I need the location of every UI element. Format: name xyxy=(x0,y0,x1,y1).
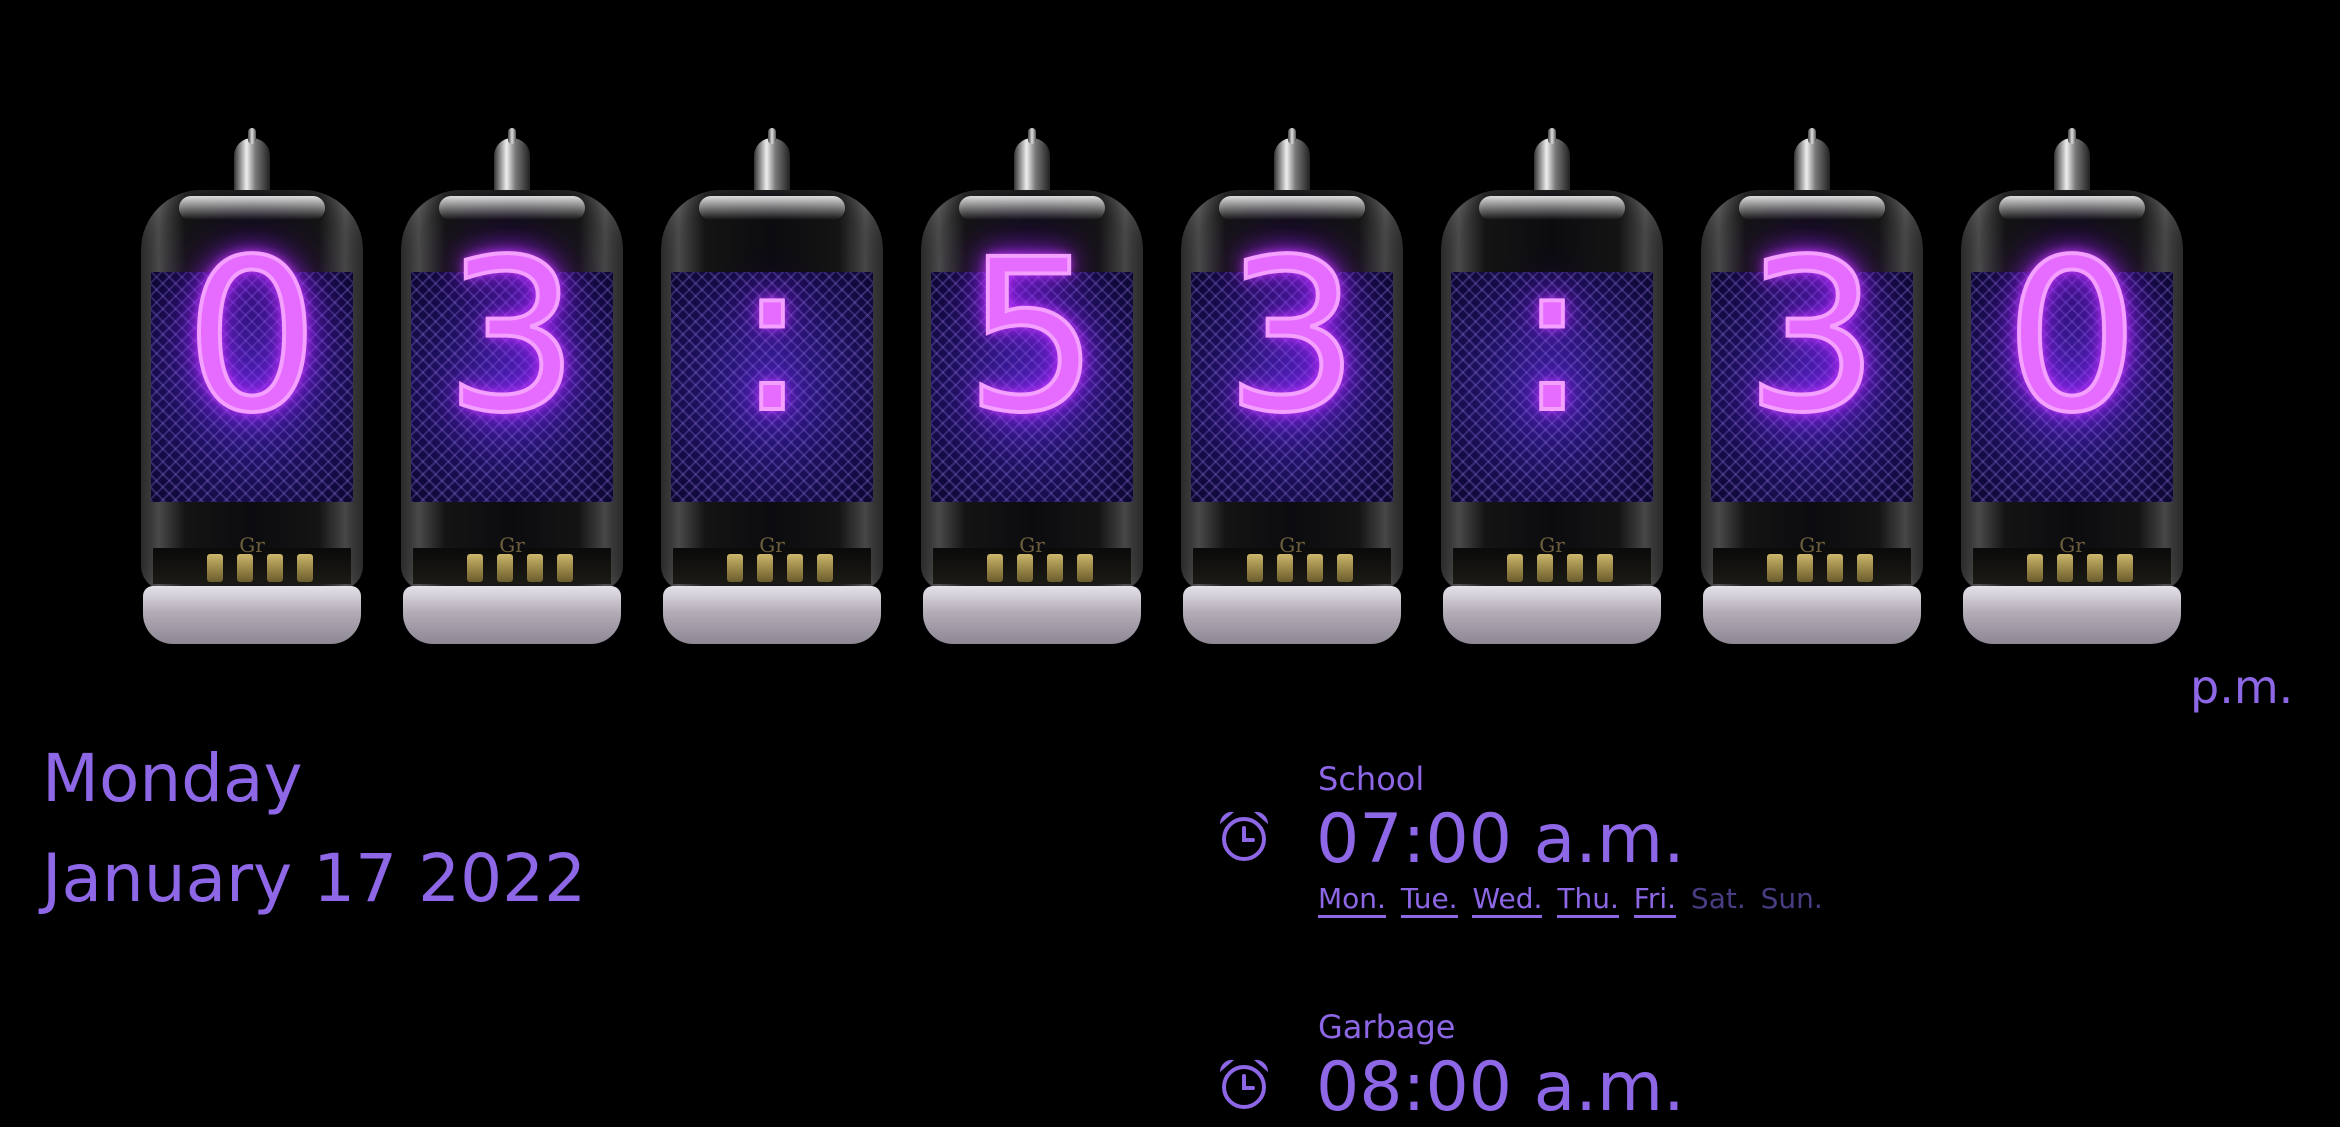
tube-label: Gr xyxy=(499,533,525,557)
tube-base xyxy=(1443,586,1661,644)
nixie-tube: : Gr xyxy=(657,128,887,648)
date-label: January 17 2022 xyxy=(42,840,587,917)
alarm-label: School xyxy=(1318,760,1425,798)
day-sat[interactable]: Sat. xyxy=(1691,882,1746,915)
tube-tip xyxy=(1274,128,1310,198)
tube-base xyxy=(1183,586,1401,644)
day-tue[interactable]: Tue. xyxy=(1400,882,1458,918)
alarm-time[interactable]: 07:00 a.m. xyxy=(1316,800,1685,879)
tube-tip xyxy=(2054,128,2090,198)
tube-label: Gr xyxy=(2059,533,2085,557)
clock-separator: : xyxy=(735,214,810,459)
nixie-tube: 0 Gr xyxy=(1957,128,2187,648)
tube-label: Gr xyxy=(1279,533,1305,557)
nixie-tube: 3 Gr xyxy=(1697,128,1927,648)
tube-base xyxy=(923,586,1141,644)
alarm-label: Garbage xyxy=(1318,1008,1456,1046)
tube-tip xyxy=(754,128,790,198)
tube-tip xyxy=(1534,128,1570,198)
tube-base xyxy=(143,586,361,644)
tube-label: Gr xyxy=(759,533,785,557)
clock-digit: 3 xyxy=(1743,214,1881,459)
day-sun[interactable]: Sun. xyxy=(1761,882,1823,915)
alarm-clock-icon xyxy=(1219,1059,1269,1109)
ampm-indicator: p.m. xyxy=(2190,660,2294,714)
tube-base xyxy=(403,586,621,644)
weekday-label: Monday xyxy=(42,740,303,817)
nixie-tube: 0 Gr xyxy=(137,128,367,648)
clock-digit: 3 xyxy=(443,214,581,459)
alarm-time[interactable]: 08:00 a.m. xyxy=(1316,1048,1685,1127)
tube-base xyxy=(663,586,881,644)
nixie-tube: : Gr xyxy=(1437,128,1667,648)
tube-tip xyxy=(494,128,530,198)
alarm-clock-icon xyxy=(1219,811,1269,861)
day-fri[interactable]: Fri. xyxy=(1633,882,1677,918)
tube-tip xyxy=(234,128,270,198)
clock-digit: 0 xyxy=(183,214,321,459)
clock-separator: : xyxy=(1515,214,1590,459)
clock-digit: 3 xyxy=(1223,214,1361,459)
tube-tip xyxy=(1794,128,1830,198)
tube-label: Gr xyxy=(1019,533,1045,557)
clock-digit: 0 xyxy=(2003,214,2141,459)
tube-label: Gr xyxy=(1799,533,1825,557)
tube-base xyxy=(1963,586,2181,644)
nixie-tube: 3 Gr xyxy=(1177,128,1407,648)
day-mon[interactable]: Mon. xyxy=(1318,882,1386,918)
tube-label: Gr xyxy=(1539,533,1565,557)
alarm-days: Mon. Tue. Wed. Thu. Fri. Sat. Sun. xyxy=(1318,882,1829,918)
day-wed[interactable]: Wed. xyxy=(1472,882,1543,918)
nixie-tube: 5 Gr xyxy=(917,128,1147,648)
tube-label: Gr xyxy=(239,533,265,557)
day-thu[interactable]: Thu. xyxy=(1557,882,1619,918)
tube-base xyxy=(1703,586,1921,644)
nixie-clock: 0 Gr 3 Gr : Gr 5 Gr 3 Gr: Gr 3 Gr 0 Gr xyxy=(137,128,2187,648)
clock-digit: 5 xyxy=(963,214,1101,459)
nixie-tube: 3 Gr xyxy=(397,128,627,648)
tube-tip xyxy=(1014,128,1050,198)
